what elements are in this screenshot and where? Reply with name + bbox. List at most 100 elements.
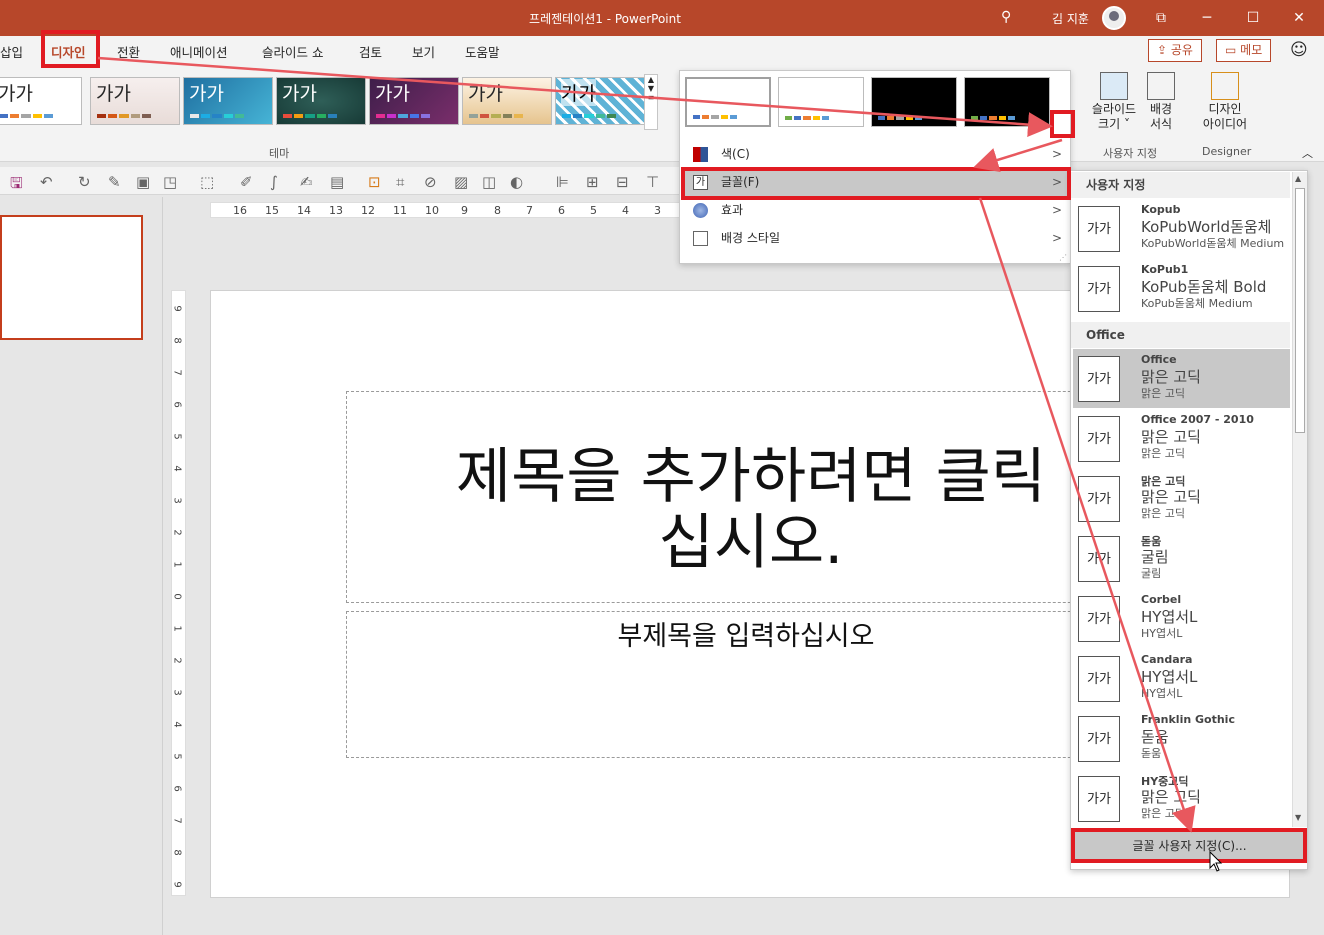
textbox-icon[interactable]: ▣ xyxy=(136,173,150,191)
save-icon[interactable]: 🖫 xyxy=(10,173,23,198)
align-left-icon[interactable]: ⊫ xyxy=(556,173,569,191)
redo-icon[interactable]: ↻ xyxy=(78,173,91,191)
background-style-icon xyxy=(693,231,708,246)
tab-help[interactable]: 도움말 xyxy=(465,42,500,61)
office-fonts-header: Office xyxy=(1071,322,1290,348)
crop-picture-icon[interactable]: ⊡ xyxy=(368,173,381,191)
shapes-icon[interactable]: ◳ xyxy=(163,173,177,191)
font-item-candara[interactable]: 가가 Candara HY엽서L HY엽서L xyxy=(1073,649,1290,708)
resize-grip-icon[interactable]: ⋰ xyxy=(1059,253,1067,262)
ruler-tick: 8 xyxy=(171,337,183,344)
picture-icon[interactable]: ▨ xyxy=(454,173,468,191)
format-background-button[interactable]: 배경 서식 xyxy=(1143,72,1179,132)
font-preview-icon: 가가 xyxy=(1078,596,1120,642)
title-placeholder[interactable]: 제목을 추가하려면 클릭 십시오. xyxy=(346,391,1146,603)
vertical-ruler: 9 8 7 6 5 4 3 2 1 0 1 2 3 4 5 6 7 8 9 xyxy=(171,290,186,896)
menu-item-background-styles[interactable]: 배경 스타일 > xyxy=(681,224,1070,252)
maximize-button[interactable]: ☐ xyxy=(1230,6,1276,30)
curve-icon[interactable]: ∫ xyxy=(270,173,278,191)
font-item-malgun[interactable]: 가가 맑은 고딕 맑은 고딕 맑은 고딕 xyxy=(1073,469,1290,528)
quick-access-toolbar: 🖫 ↶ ↻ ✎ ▣ ◳ ⬚ ✐ ∫ ✍ ▤ ⊡ ⌗ ⊘ ▨ ◫ ◐ ⊫ ⊞ ⊟ … xyxy=(0,167,680,195)
tab-insert[interactable]: 삽입 xyxy=(0,42,23,61)
compare-icon[interactable]: ◫ xyxy=(482,173,496,191)
theme-thumb[interactable]: 가가 xyxy=(555,77,645,125)
font-item-dotum[interactable]: 가가 돋움 굴림 굴림 xyxy=(1073,529,1290,588)
variant-thumb[interactable] xyxy=(871,77,957,127)
variant-thumb[interactable] xyxy=(964,77,1050,127)
custom-fonts-header: 사용자 지정 xyxy=(1071,172,1290,198)
ruler-tick: 4 xyxy=(622,204,629,217)
variant-thumb[interactable] xyxy=(685,77,771,127)
ruler-tick: 9 xyxy=(171,881,183,888)
align-right-icon[interactable]: ⊟ xyxy=(616,173,629,191)
tab-transitions[interactable]: 전환 xyxy=(117,42,140,61)
undo-icon[interactable]: ↶ xyxy=(40,173,53,191)
theme-thumb[interactable]: 가가 xyxy=(369,77,459,125)
theme-thumb[interactable]: 가가 xyxy=(0,77,82,125)
ribbon: 가가 가가 가가 가가 가가 가가 가가 ▲ ▼ ≡ 테마 슬라이드 크기 ˅ 배경… xyxy=(0,66,1324,162)
font-list-scrollbar[interactable]: ▲ ▼ xyxy=(1292,172,1307,827)
slide-thumbnail[interactable] xyxy=(0,215,143,340)
tab-view[interactable]: 보기 xyxy=(412,42,435,61)
crop-icon[interactable]: ⌗ xyxy=(396,173,404,191)
theme-thumb[interactable]: 가가 xyxy=(183,77,273,125)
ruler-tick: 9 xyxy=(461,204,468,217)
align-top-icon[interactable]: ⊤ xyxy=(646,173,659,191)
font-item-hy-gothic[interactable]: 가가 HY중고딕 맑은 고딕 맑은 고딕 xyxy=(1073,769,1290,828)
annotation-box xyxy=(1050,110,1075,138)
picture-style-icon[interactable]: ⊘ xyxy=(424,173,437,191)
theme-thumb[interactable]: 가가 xyxy=(90,77,180,125)
font-item-franklin[interactable]: 가가 Franklin Gothic 돋움 돋움 xyxy=(1073,709,1290,768)
ruler-tick: 6 xyxy=(171,401,183,408)
variant-thumb[interactable] xyxy=(778,77,864,127)
subtitle-placeholder[interactable]: 부제목을 입력하십시오 xyxy=(346,611,1146,758)
avatar[interactable] xyxy=(1102,6,1126,30)
arrange-icon[interactable]: ▤ xyxy=(330,173,344,191)
menu-item-effects[interactable]: 효과 > xyxy=(681,196,1070,224)
scroll-down-icon[interactable]: ▼ xyxy=(1295,813,1305,825)
gallery-scroll[interactable]: ▲ ▼ ≡ xyxy=(644,74,658,130)
ruler-tick: 7 xyxy=(171,817,183,824)
slide-size-button[interactable]: 슬라이드 크기 ˅ xyxy=(1088,72,1140,132)
collapse-ribbon-icon[interactable]: ︿ xyxy=(1302,145,1313,161)
ruler-tick: 5 xyxy=(171,433,183,440)
ribbon-display-button[interactable]: ⧉ xyxy=(1138,6,1184,30)
theme-thumb[interactable]: 가가 xyxy=(276,77,366,125)
menu-item-colors[interactable]: 색(C) > xyxy=(681,140,1070,168)
recolor-icon[interactable]: ◐ xyxy=(510,173,523,191)
annotation-box xyxy=(1071,828,1307,863)
tab-review[interactable]: 검토 xyxy=(359,42,382,61)
close-button[interactable]: ✕ xyxy=(1276,6,1322,30)
tab-slideshow[interactable]: 슬라이드 쇼 xyxy=(262,42,323,61)
ruler-tick: 1 xyxy=(171,625,183,632)
comment-icon: ▭ xyxy=(1225,43,1241,57)
comment-button[interactable]: ▭ 메모 xyxy=(1216,39,1272,62)
smiley-icon[interactable]: ☺ xyxy=(1290,40,1308,60)
minimize-button[interactable]: ─ xyxy=(1184,6,1230,30)
freeform-icon[interactable]: ✍ xyxy=(300,173,313,191)
scroll-thumb[interactable] xyxy=(1295,188,1305,433)
ruler-tick: 6 xyxy=(171,785,183,792)
effects-icon xyxy=(693,203,708,218)
format-painter-icon[interactable]: ✎ xyxy=(108,173,121,191)
font-item-kopub1[interactable]: 가가 KoPub1 KoPub돋움체 Bold KoPub돋움체 Medium xyxy=(1073,259,1290,318)
scroll-up-icon[interactable]: ▲ xyxy=(1295,174,1305,186)
align-center-icon[interactable]: ⊞ xyxy=(586,173,599,191)
select-icon[interactable]: ⬚ xyxy=(200,173,214,191)
edit-points-icon[interactable]: ✐ xyxy=(240,173,253,191)
ruler-tick: 9 xyxy=(171,305,183,312)
ruler-tick: 5 xyxy=(590,204,597,217)
font-item-kopub[interactable]: 가가 Kopub KoPubWorld돋움체 KoPubWorld돋움체 Med… xyxy=(1073,199,1290,258)
font-item-office-2007[interactable]: 가가 Office 2007 - 2010 맑은 고딕 맑은 고딕 xyxy=(1073,409,1290,468)
ruler-tick: 11 xyxy=(393,204,407,217)
font-item-office[interactable]: 가가 Office 맑은 고딕 맑은 고딕 xyxy=(1073,349,1290,408)
font-item-corbel[interactable]: 가가 Corbel HY엽서L HY엽서L xyxy=(1073,589,1290,648)
theme-thumb[interactable]: 가가 xyxy=(462,77,552,125)
design-ideas-button[interactable]: 디자인 아이디어 xyxy=(1197,72,1253,132)
slide-thumbnail-pane xyxy=(0,197,163,935)
ruler-tick: 12 xyxy=(361,204,375,217)
share-button[interactable]: ⇪ 공유 xyxy=(1148,39,1202,62)
user-name[interactable]: 김 지훈 xyxy=(1052,10,1089,27)
search-icon[interactable]: ⚲ xyxy=(1001,9,1011,25)
tab-animations[interactable]: 애니메이션 xyxy=(170,42,228,61)
